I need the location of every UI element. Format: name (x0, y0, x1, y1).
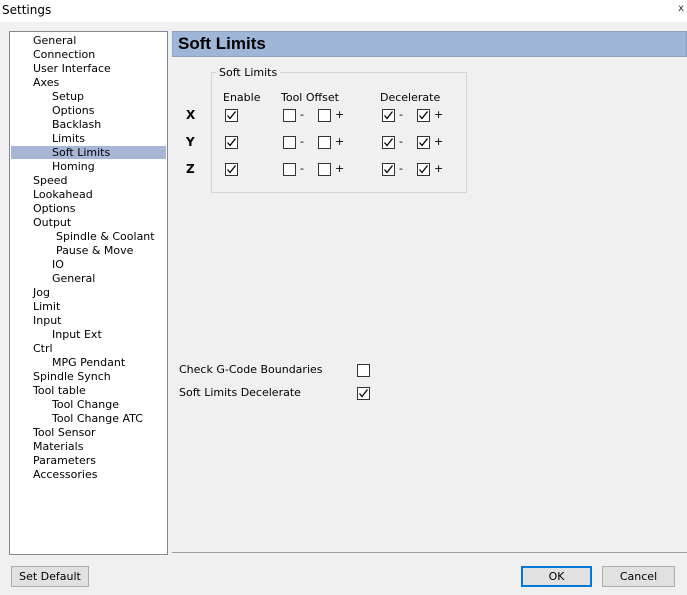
minus-sign: - (300, 108, 304, 121)
tree-item[interactable]: General (33, 34, 76, 47)
minus-sign: - (300, 162, 304, 175)
axis-label: Y (186, 135, 195, 149)
tree-item[interactable]: User Interface (33, 62, 111, 75)
tree-item[interactable]: Spindle Synch (33, 370, 111, 383)
minus-sign: - (399, 162, 403, 175)
axis-decel-plus-checkbox[interactable] (417, 109, 430, 122)
tool-offset-column-header: Tool Offset (281, 91, 339, 104)
minus-sign: - (399, 135, 403, 148)
axis-enable-checkbox[interactable] (225, 163, 238, 176)
tree-item[interactable]: Limits (52, 132, 85, 145)
tree-item[interactable]: Accessories (33, 468, 97, 481)
plus-sign: + (335, 108, 345, 121)
tree-item[interactable]: Parameters (33, 454, 96, 467)
tree-item[interactable]: IO (52, 258, 64, 271)
axis-decel-minus-checkbox[interactable] (382, 109, 395, 122)
tree-item[interactable]: Tool Sensor (33, 426, 96, 439)
tree-item[interactable]: Output (33, 216, 71, 229)
settings-tree[interactable]: General Connection User Interface Axes Setup… (9, 31, 168, 555)
tree-item[interactable]: Input (33, 314, 61, 327)
tree-item[interactable]: Pause & Move (56, 244, 133, 257)
tree-item[interactable]: Options (33, 202, 75, 215)
axis-offset-minus-checkbox[interactable] (283, 163, 296, 176)
decelerate-column-header: Decelerate (380, 91, 441, 104)
axis-decel-minus-checkbox[interactable] (382, 136, 395, 149)
axis-decel-minus-checkbox[interactable] (382, 163, 395, 176)
tree-item[interactable]: General (52, 272, 95, 285)
tree-item[interactable]: MPG Pendant (52, 356, 125, 369)
set-default-button[interactable]: Set Default (11, 566, 89, 587)
tree-item[interactable]: Tool table (33, 384, 86, 397)
tree-item[interactable]: Materials (33, 440, 83, 453)
plus-sign: + (434, 108, 444, 121)
window-title: Settings (2, 3, 52, 17)
enable-column-header: Enable (223, 91, 261, 104)
tree-item[interactable]: Speed (33, 174, 67, 187)
tree-item[interactable]: Backlash (52, 118, 101, 131)
tree-item[interactable]: Setup (52, 90, 84, 103)
section-title: Soft Limits (178, 34, 266, 53)
soft-decel-label: Soft Limits Decelerate (179, 386, 301, 399)
cancel-button[interactable]: Cancel (602, 566, 675, 587)
section-header: Soft Limits (172, 31, 687, 57)
axis-offset-plus-checkbox[interactable] (318, 163, 331, 176)
axis-enable-checkbox[interactable] (225, 136, 238, 149)
check-gcode-checkbox[interactable] (357, 364, 370, 377)
axis-label: X (186, 108, 196, 122)
soft-decel-checkbox[interactable] (357, 387, 370, 400)
tree-item[interactable]: Axes (33, 76, 59, 89)
tree-item[interactable]: Connection (33, 48, 95, 61)
tree-item[interactable]: Jog (33, 286, 50, 299)
close-icon[interactable]: x (678, 3, 684, 14)
tree-item[interactable]: Options (52, 104, 94, 117)
footer-separator (172, 552, 687, 553)
ok-button[interactable]: OK (521, 566, 592, 587)
check-gcode-label: Check G-Code Boundaries (179, 363, 323, 376)
plus-sign: + (434, 135, 444, 148)
plus-sign: + (335, 162, 345, 175)
plus-sign: + (434, 162, 444, 175)
axis-offset-minus-checkbox[interactable] (283, 136, 296, 149)
minus-sign: - (399, 108, 403, 121)
tree-item[interactable]: Ctrl (33, 342, 53, 355)
title-bar: Settings x (0, 0, 687, 22)
axis-enable-checkbox[interactable] (225, 109, 238, 122)
axis-decel-plus-checkbox[interactable] (417, 163, 430, 176)
axis-decel-plus-checkbox[interactable] (417, 136, 430, 149)
tree-item[interactable]: Homing (52, 160, 95, 173)
minus-sign: - (300, 135, 304, 148)
tree-item[interactable]: Soft Limits (11, 146, 166, 159)
tree-item[interactable]: Limit (33, 300, 60, 313)
axis-offset-plus-checkbox[interactable] (318, 136, 331, 149)
axis-offset-plus-checkbox[interactable] (318, 109, 331, 122)
tree-item[interactable]: Tool Change (52, 398, 119, 411)
tree-item[interactable]: Tool Change ATC (52, 412, 143, 425)
group-title: Soft Limits (216, 66, 281, 79)
plus-sign: + (335, 135, 345, 148)
axis-label: Z (186, 162, 195, 176)
tree-item[interactable]: Input Ext (52, 328, 102, 341)
tree-item[interactable]: Lookahead (33, 188, 93, 201)
tree-item[interactable]: Spindle & Coolant (56, 230, 155, 243)
axis-offset-minus-checkbox[interactable] (283, 109, 296, 122)
